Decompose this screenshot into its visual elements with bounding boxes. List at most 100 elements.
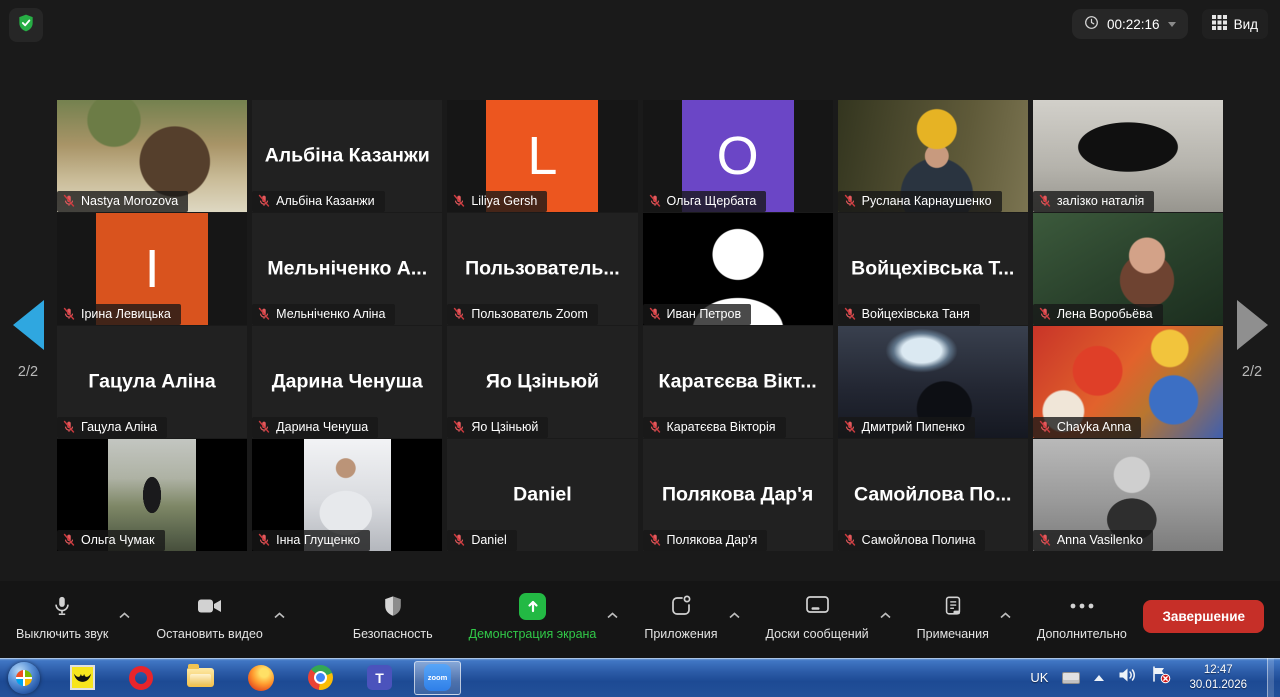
meeting-toolbar: Выключить звук Остановить видео Безопасн… (0, 581, 1280, 658)
taskbar-date: 30.01.2026 (1189, 678, 1247, 693)
whiteboards-options-caret[interactable] (880, 606, 891, 624)
participant-tile[interactable]: Nastya Morozova (57, 100, 247, 212)
mute-options-caret[interactable] (119, 606, 130, 624)
participant-name-tag: Самойлова Полина (838, 530, 986, 551)
notes-options-caret[interactable] (1000, 606, 1011, 624)
share-options-caret[interactable] (607, 606, 618, 624)
participant-name-tag: Ольга Чумак (57, 530, 165, 551)
participant-tile[interactable]: Anna Vasilenko (1033, 439, 1223, 551)
opera-taskbar-button[interactable] (129, 666, 153, 690)
whiteboards-button[interactable]: Доски сообщений (752, 588, 903, 641)
participant-tile[interactable]: Chayka Anna (1033, 326, 1223, 438)
volume-icon[interactable] (1118, 667, 1137, 688)
prev-page-arrow-icon[interactable] (13, 300, 44, 350)
participant-tile[interactable]: Гацула АлінаГацула Аліна (57, 326, 247, 438)
explorer-taskbar-button[interactable] (187, 668, 214, 687)
participant-name-tag: Пользователь Zoom (447, 304, 598, 325)
participant-tile[interactable]: OОльга Щербата (643, 100, 833, 212)
participant-tile[interactable]: Пользователь...Пользователь Zoom (447, 213, 637, 325)
participant-tile[interactable]: Лена Воробьёва (1033, 213, 1223, 325)
participant-name: Лена Воробьёва (1057, 307, 1153, 321)
apps-button[interactable]: Приложения (630, 588, 751, 641)
timer-dropdown-icon (1168, 22, 1176, 27)
notes-icon (942, 590, 964, 622)
share-screen-label: Демонстрация экрана (469, 627, 597, 641)
participant-tile[interactable]: Мельніченко А...Мельніченко Аліна (252, 213, 442, 325)
participant-name: Самойлова Полина (862, 533, 976, 547)
participant-name: Войцехівська Таня (862, 307, 970, 321)
zoom-taskbar-button-active[interactable]: zoom (414, 661, 461, 695)
participant-tile[interactable]: DanielDaniel (447, 439, 637, 551)
participant-name: Пользователь Zoom (471, 307, 588, 321)
participant-name-tag: Ірина Левицька (57, 304, 181, 325)
participant-tile[interactable]: Каратєєва Вікт...Каратєєва Вікторія (643, 326, 833, 438)
teams-taskbar-button[interactable]: T (367, 665, 392, 690)
participant-tile[interactable]: Руслана Карнаушенко (838, 100, 1028, 212)
participant-tile[interactable]: LLiliya Gersh (447, 100, 637, 212)
share-screen-button[interactable]: Демонстрация экрана (455, 588, 631, 641)
more-button[interactable]: Дополнительно (1023, 588, 1141, 641)
bat-mail-taskbar-button[interactable] (70, 665, 95, 690)
participant-tile[interactable]: Дмитрий Пипенко (838, 326, 1028, 438)
participant-name: Дмитрий Пипенко (862, 420, 965, 434)
keyboard-layout-icon[interactable] (1062, 672, 1080, 684)
end-meeting-button[interactable]: Завершение (1143, 600, 1264, 633)
participant-name: Chayka Anna (1057, 420, 1131, 434)
participant-tile[interactable]: Полякова Дар'яПолякова Дар'я (643, 439, 833, 551)
mic-muted-icon (452, 420, 466, 434)
topbar-right: 00:22:16 Вид (1072, 9, 1268, 39)
mic-muted-icon (62, 420, 76, 434)
participant-name: Яо Цзіньюй (471, 420, 538, 434)
mic-muted-icon (843, 533, 857, 547)
participant-name-tag: Мельніченко Аліна (252, 304, 395, 325)
show-desktop-button[interactable] (1267, 658, 1274, 697)
share-screen-icon (519, 593, 546, 620)
next-page-arrow-icon[interactable] (1237, 300, 1268, 350)
participant-tile[interactable]: Інна Глущенко (252, 439, 442, 551)
action-center-flag-icon[interactable] (1151, 666, 1171, 689)
firefox-taskbar-button[interactable] (248, 665, 274, 691)
participant-name: Мельніченко Аліна (276, 307, 385, 321)
participant-tile[interactable]: Иван Петров (643, 213, 833, 325)
video-options-caret[interactable] (274, 606, 285, 624)
apps-options-caret[interactable] (729, 606, 740, 624)
participant-name: залізко наталія (1057, 194, 1144, 208)
participant-name: Anna Vasilenko (1057, 533, 1143, 547)
participant-tile[interactable]: Войцехівська Т...Войцехівська Таня (838, 213, 1028, 325)
language-indicator[interactable]: UK (1030, 670, 1048, 685)
taskbar-clock[interactable]: 12:47 30.01.2026 (1189, 663, 1247, 693)
participant-display-name: Daniel (447, 484, 637, 507)
participant-tile[interactable]: Яо ЦзіньюйЯо Цзіньюй (447, 326, 637, 438)
participant-name-tag: залізко наталія (1033, 191, 1154, 212)
participant-display-name: Полякова Дар'я (643, 484, 833, 507)
chrome-taskbar-button[interactable] (308, 665, 333, 690)
participant-name: Альбіна Казанжи (276, 194, 374, 208)
participant-tile[interactable]: Самойлова По...Самойлова Полина (838, 439, 1028, 551)
security-button[interactable]: Безопасность (339, 588, 447, 641)
gallery-next-page: 2/2 (1224, 300, 1280, 380)
mic-muted-icon (648, 307, 662, 321)
meeting-timer[interactable]: 00:22:16 (1072, 9, 1188, 39)
taskbar-apps: T (70, 665, 392, 691)
start-button[interactable] (8, 662, 40, 694)
participant-name: Liliya Gersh (471, 194, 537, 208)
mic-muted-icon (452, 307, 466, 321)
participant-name-tag: Яо Цзіньюй (447, 417, 548, 438)
windows-logo-icon (16, 670, 32, 686)
notes-button[interactable]: Примечания (903, 588, 1023, 641)
shield-check-icon (16, 13, 36, 38)
participant-tile[interactable]: залізко наталія (1033, 100, 1223, 212)
clock-icon (1084, 15, 1099, 33)
page-indicator-right: 2/2 (1224, 364, 1280, 380)
participant-tile[interactable]: Альбіна КазанжиАльбіна Казанжи (252, 100, 442, 212)
participant-tile[interactable]: Дарина ЧенушаДарина Ченуша (252, 326, 442, 438)
participant-name-tag: Гацула Аліна (57, 417, 167, 438)
participant-tile[interactable]: IІрина Левицька (57, 213, 247, 325)
gallery-prev-page: 2/2 (0, 300, 56, 380)
view-button[interactable]: Вид (1202, 9, 1268, 39)
participant-tile[interactable]: Ольга Чумак (57, 439, 247, 551)
meeting-security-shield-button[interactable] (9, 8, 43, 42)
show-hidden-icons-button[interactable] (1094, 675, 1104, 681)
stop-video-button[interactable]: Остановить видео (142, 588, 297, 641)
mute-button[interactable]: Выключить звук (2, 588, 142, 641)
